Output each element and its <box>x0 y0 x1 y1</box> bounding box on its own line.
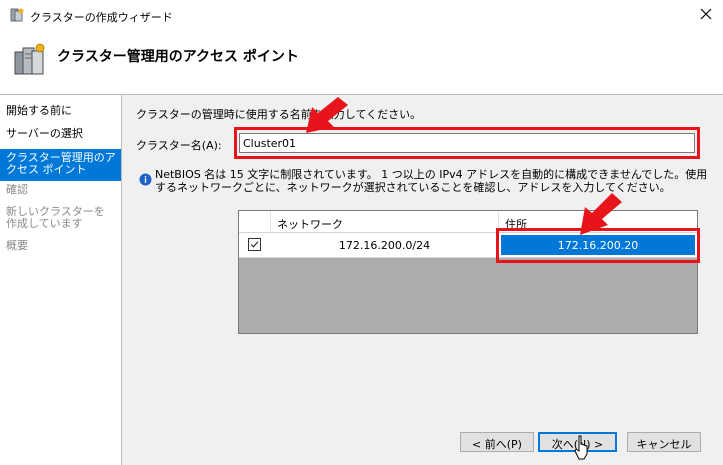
close-icon[interactable] <box>697 5 715 23</box>
cluster-name-label: クラスター名(A): <box>136 139 222 152</box>
app-icon <box>10 8 24 22</box>
arrow-icon <box>306 97 348 133</box>
cancel-button[interactable]: キャンセル <box>627 432 701 452</box>
server-cluster-icon <box>14 43 45 75</box>
grid-header-network[interactable]: ネットワーク <box>271 211 499 232</box>
title-bar: クラスターの作成ウィザード <box>0 0 723 30</box>
instruction-text: クラスターの管理時に使用する名前を入力してください。 <box>136 108 422 121</box>
info-icon <box>139 173 152 186</box>
info-message: NetBIOS 名は 15 文字に制限されています。 1 つ以上の IPv4 ア… <box>155 168 708 194</box>
arrow-icon <box>580 193 622 235</box>
window-title: クラスターの作成ウィザード <box>30 11 173 24</box>
cursor-icon <box>574 435 588 460</box>
nav-item-creating-cluster: 新しいクラスターを作成しています <box>6 205 105 230</box>
wizard-content: クラスターの管理時に使用する名前を入力してください。 クラスター名(A): Ne… <box>122 95 723 465</box>
wizard-steps-nav: 開始する前に サーバーの選択 クラスター管理用のアクセス ポイント 確認 新しい… <box>0 95 121 465</box>
grid-header-check <box>239 211 271 232</box>
back-button[interactable]: < 前へ(P) <box>460 432 534 452</box>
page-title: クラスター管理用のアクセス ポイント <box>57 49 299 65</box>
nav-item-before-you-begin: 開始する前に <box>6 104 72 117</box>
checkbox-icon[interactable] <box>248 238 261 251</box>
cluster-wizard-window: クラスターの作成ウィザード クラスター管理用のアクセス ポイント 開始する前に … <box>0 0 723 465</box>
nav-item-confirmation: 確認 <box>6 183 28 196</box>
wizard-header: クラスター管理用のアクセス ポイント <box>0 30 723 88</box>
network-cell: 172.16.200.0/24 <box>271 233 499 257</box>
nav-item-access-point: クラスター管理用のアクセス ポイント <box>0 149 121 181</box>
nav-item-summary: 概要 <box>6 239 28 252</box>
nav-item-select-servers: サーバーの選択 <box>6 127 83 140</box>
